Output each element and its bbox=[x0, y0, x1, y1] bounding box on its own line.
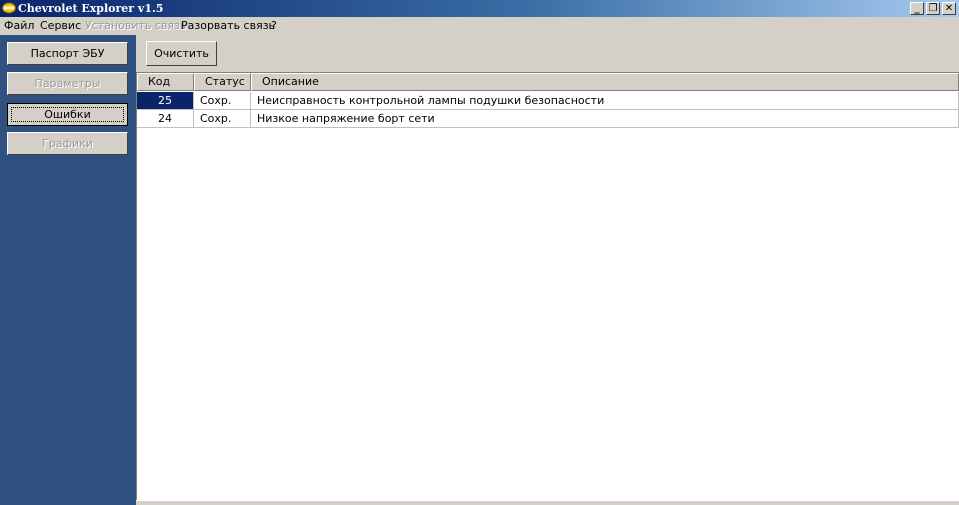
minimize-button[interactable]: _ bbox=[910, 2, 924, 15]
errors-button[interactable]: Ошибки bbox=[7, 103, 128, 126]
close-button[interactable]: ✕ bbox=[942, 2, 956, 15]
menu-bar: Файл Сервис Установить связь Разорвать с… bbox=[0, 17, 959, 35]
cell-description[interactable]: Низкое напряжение борт сети bbox=[251, 110, 959, 128]
table-row[interactable]: 25 Сохр. Неисправность контрольной лампы… bbox=[137, 92, 959, 110]
cell-code[interactable]: 24 bbox=[137, 110, 194, 128]
column-header-status[interactable]: Статус bbox=[194, 73, 251, 91]
focus-rectangle bbox=[11, 107, 124, 122]
cell-status[interactable]: Сохр. bbox=[194, 110, 251, 128]
chevrolet-logo-icon bbox=[2, 2, 16, 14]
menu-service[interactable]: Сервис bbox=[40, 19, 81, 33]
cell-code[interactable]: 25 bbox=[137, 92, 194, 110]
title-bar: Chevrolet Explorer v1.5 _ ❐ ✕ bbox=[0, 0, 959, 17]
column-header-description[interactable]: Описание bbox=[251, 73, 959, 91]
cell-status[interactable]: Сохр. bbox=[194, 92, 251, 110]
menu-help[interactable]: ? bbox=[271, 19, 277, 33]
graphs-button[interactable]: Графики bbox=[7, 132, 128, 155]
table-row[interactable]: 24 Сохр. Низкое напряжение борт сети bbox=[137, 110, 959, 128]
ecu-passport-button[interactable]: Паспорт ЭБУ bbox=[7, 42, 128, 65]
column-header-code[interactable]: Код bbox=[137, 73, 194, 91]
table-header: Код Статус Описание bbox=[137, 73, 959, 91]
window-title: Chevrolet Explorer v1.5 bbox=[18, 2, 164, 15]
cell-description[interactable]: Неисправность контрольной лампы подушки … bbox=[251, 92, 959, 110]
sidebar: Паспорт ЭБУ Параметры Ошибки Графики bbox=[0, 35, 136, 505]
menu-disconnect[interactable]: Разорвать связь bbox=[181, 19, 275, 33]
menu-file[interactable]: Файл bbox=[4, 19, 34, 33]
menu-connect[interactable]: Установить связь bbox=[85, 19, 186, 33]
bottom-edge bbox=[136, 500, 959, 505]
toolbar: Очистить bbox=[136, 35, 959, 72]
parameters-button[interactable]: Параметры bbox=[7, 72, 128, 95]
clear-button[interactable]: Очистить bbox=[146, 41, 217, 66]
error-codes-table[interactable]: Код Статус Описание 25 Сохр. Неисправнос… bbox=[136, 72, 959, 500]
restore-button[interactable]: ❐ bbox=[926, 2, 940, 15]
